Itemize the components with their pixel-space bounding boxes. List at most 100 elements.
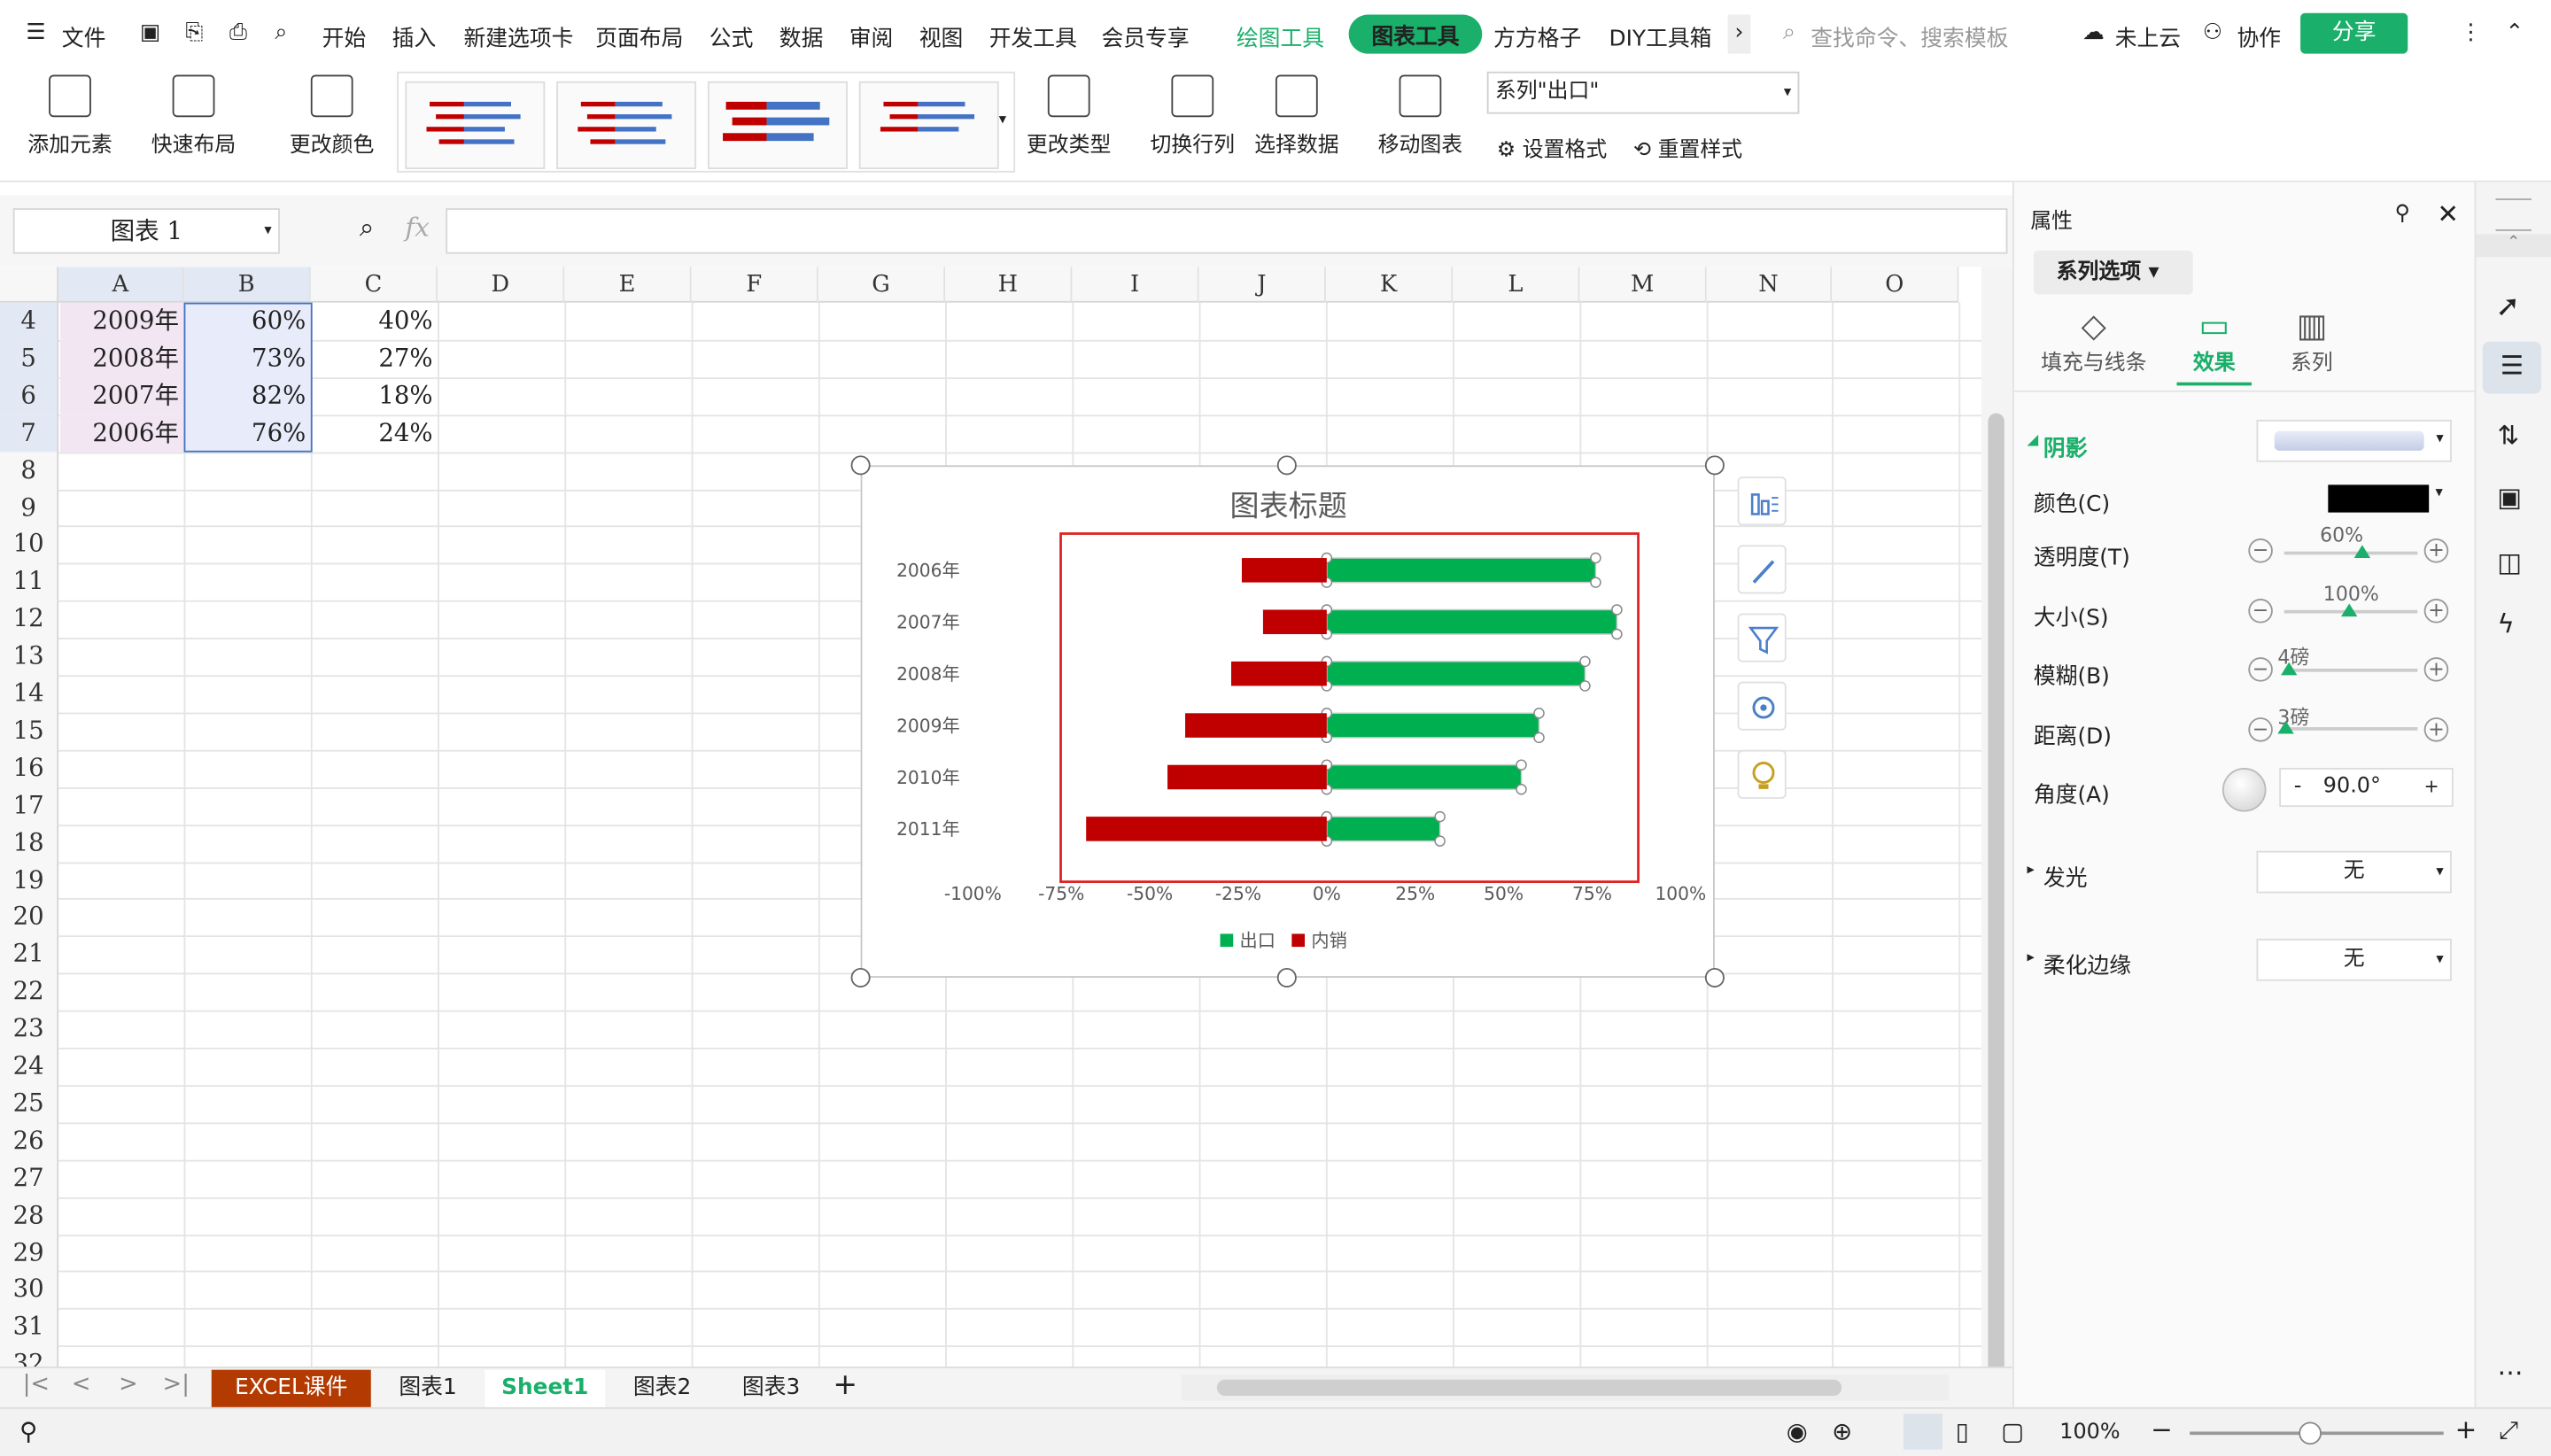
layout-panel-icon[interactable]: ⇅ xyxy=(2497,420,2519,451)
menu-new-tab[interactable]: 新建选项卡 xyxy=(463,19,573,51)
row-header-18[interactable]: 18 xyxy=(0,824,59,862)
soft-edge-section[interactable]: 柔化边缘 xyxy=(2043,947,2131,979)
column-header-k[interactable]: K xyxy=(1325,267,1454,303)
switch-rowcol-button[interactable]: 切换行列 xyxy=(1142,74,1243,158)
x-tick-label[interactable]: -75% xyxy=(1038,883,1084,904)
column-header-d[interactable]: D xyxy=(438,267,565,303)
bar-domestic-2007年[interactable] xyxy=(1262,609,1327,635)
chart-style-3[interactable] xyxy=(707,81,848,170)
bar-selection-handle[interactable] xyxy=(1516,784,1527,795)
x-tick-label[interactable]: 25% xyxy=(1395,883,1435,904)
row-header-8[interactable]: 8 xyxy=(0,451,59,490)
transparency-thumb[interactable] xyxy=(2353,545,2371,559)
angle-stepper[interactable]: - 90.0° + xyxy=(2279,768,2454,808)
row-header-30[interactable]: 30 xyxy=(0,1271,59,1309)
tab-series[interactable]: ▥ 系列 xyxy=(2275,306,2349,376)
select-all-corner[interactable] xyxy=(0,267,59,303)
cell-a6[interactable]: 2007年 xyxy=(59,376,184,415)
menu-page-layout[interactable]: 页面布局 xyxy=(595,19,683,51)
bar-domestic-2009年[interactable] xyxy=(1185,713,1327,738)
chart-resize-handle[interactable] xyxy=(1276,455,1297,476)
category-label[interactable]: 2010年 xyxy=(896,767,960,788)
bar-domestic-2008年[interactable] xyxy=(1230,661,1327,686)
zoom-in-icon[interactable]: + xyxy=(2455,1413,2477,1444)
angle-decrement[interactable]: - xyxy=(2294,770,2302,805)
cell-b4[interactable]: 60% xyxy=(185,302,311,340)
sheet-tab-chart3[interactable]: 图表3 xyxy=(719,1370,824,1407)
column-header-g[interactable]: G xyxy=(818,267,946,303)
row-header-23[interactable]: 23 xyxy=(0,1010,59,1049)
bar-selection-handle[interactable] xyxy=(1590,577,1601,588)
expand-soft-edge-icon[interactable]: ▸ xyxy=(2028,950,2035,966)
column-header-c[interactable]: C xyxy=(310,267,438,303)
horizontal-scrollbar[interactable] xyxy=(1181,1375,1950,1401)
reset-style-button[interactable]: ⟲ 重置样式 xyxy=(1633,132,1742,163)
normal-view-icon[interactable] xyxy=(1903,1413,1943,1450)
bar-export-2009年[interactable] xyxy=(1326,712,1540,739)
bar-selection-handle[interactable] xyxy=(1579,680,1591,692)
chart-title[interactable]: 图表标题 xyxy=(1230,488,1347,523)
bar-export-2010年[interactable] xyxy=(1326,763,1523,790)
tab-effect[interactable]: ▭ 效果 xyxy=(2176,306,2252,386)
cloud-status[interactable]: 未上云 xyxy=(2115,19,2181,51)
menu-developer[interactable]: 开发工具 xyxy=(989,19,1077,51)
legend-label-0[interactable]: 出口 xyxy=(1240,930,1276,951)
series-options-dropdown[interactable]: 系列选项 ▾ xyxy=(2033,250,2193,295)
chart-resize-handle[interactable] xyxy=(1704,455,1725,476)
row-header-16[interactable]: 16 xyxy=(0,749,59,787)
export-icon[interactable]: ⎘ xyxy=(185,19,203,45)
column-header-m[interactable]: M xyxy=(1579,267,1707,303)
zoom-out-icon[interactable]: − xyxy=(2151,1413,2173,1444)
sheet-tab-chart1[interactable]: 图表1 xyxy=(377,1370,478,1407)
distance-minus-button[interactable]: − xyxy=(2248,717,2273,742)
row-header-11[interactable]: 11 xyxy=(0,563,59,601)
gallery-dropdown-icon[interactable]: ▾ xyxy=(999,112,1006,128)
x-tick-label[interactable]: 50% xyxy=(1484,883,1524,904)
transparency-slider[interactable] xyxy=(2283,551,2418,555)
size-plus-button[interactable]: + xyxy=(2423,598,2449,623)
row-header-26[interactable]: 26 xyxy=(0,1122,59,1160)
bar-selection-handle[interactable] xyxy=(1533,732,1545,744)
panel-title[interactable]: 属性 xyxy=(2030,204,2073,235)
column-header-a[interactable]: A xyxy=(58,267,184,303)
expand-shadow-icon[interactable]: ◢ xyxy=(2028,433,2039,449)
image-panel-icon[interactable]: ▣ xyxy=(2497,482,2522,513)
row-header-7[interactable]: 7 xyxy=(0,414,59,453)
collab-button[interactable]: 协作 xyxy=(2237,19,2281,51)
color-dropdown-icon[interactable]: ▾ xyxy=(2436,484,2443,500)
menu-home[interactable]: 开始 xyxy=(322,19,367,51)
menu-member[interactable]: 会员专享 xyxy=(1101,19,1189,51)
shadow-color-swatch[interactable] xyxy=(2328,484,2430,513)
series-select-dropdown[interactable]: 系列"出口" ▾ xyxy=(1486,71,1800,114)
menu-data[interactable]: 数据 xyxy=(779,19,824,51)
category-label[interactable]: 2007年 xyxy=(896,612,960,633)
sheet-tab-excel[interactable]: EXCEL课件 xyxy=(211,1369,371,1407)
column-header-l[interactable]: L xyxy=(1453,267,1580,303)
column-header-n[interactable]: N xyxy=(1706,267,1833,303)
more-horizontal-icon[interactable]: ⋯ xyxy=(2497,1357,2523,1388)
blur-plus-button[interactable]: + xyxy=(2423,657,2449,682)
menu-view[interactable]: 视图 xyxy=(919,19,964,51)
row-header-10[interactable]: 10 xyxy=(0,526,59,564)
distance-plus-button[interactable]: + xyxy=(2423,717,2449,742)
column-header-j[interactable]: J xyxy=(1198,267,1326,303)
shadow-preset-dropdown[interactable]: ▾ xyxy=(2256,419,2452,462)
soft-edge-dropdown[interactable]: 无 ▾ xyxy=(2256,938,2452,981)
save-icon[interactable]: ▣ xyxy=(140,19,160,45)
cell-b6[interactable]: 82% xyxy=(185,376,311,415)
cell-a7[interactable]: 2006年 xyxy=(59,414,184,453)
column-header-f[interactable]: F xyxy=(691,267,818,303)
menu-review[interactable]: 审阅 xyxy=(849,19,894,51)
chart-resize-handle[interactable] xyxy=(1276,967,1297,987)
preview-icon[interactable]: ⌕ xyxy=(275,19,287,45)
blur-minus-button[interactable]: − xyxy=(2248,657,2273,682)
menu-file[interactable]: 文件 xyxy=(62,19,106,51)
glow-dropdown[interactable]: 无 ▾ xyxy=(2256,850,2452,894)
properties-sliders-icon[interactable]: ☰ xyxy=(2482,341,2541,394)
bar-selection-handle[interactable] xyxy=(1579,655,1591,668)
chart-filter-icon[interactable] xyxy=(1737,613,1787,662)
row-header-21[interactable]: 21 xyxy=(0,935,59,974)
x-tick-label[interactable]: -25% xyxy=(1215,883,1261,904)
cell-c6[interactable]: 18% xyxy=(313,377,438,414)
macro-icon[interactable]: ⚲ xyxy=(19,1417,37,1446)
